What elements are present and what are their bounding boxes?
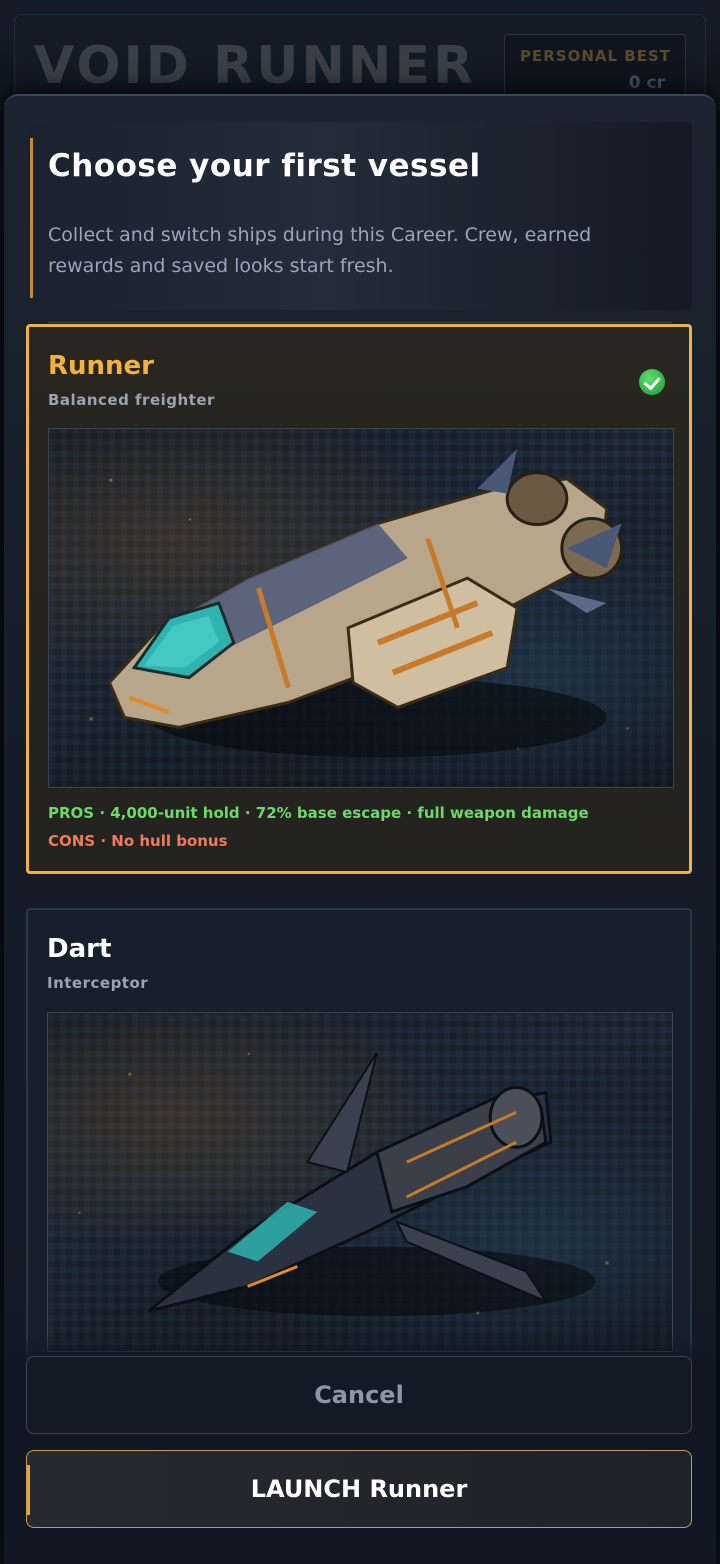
personal-best-panel: PERSONAL BEST 0 cr bbox=[504, 34, 686, 98]
launch-button[interactable]: LAUNCH Runner bbox=[26, 1450, 692, 1528]
dart-ship-illustration bbox=[78, 1052, 609, 1317]
personal-best-value: 0 cr bbox=[628, 73, 665, 93]
vessel-select-modal: Choose your first vessel Collect and swi… bbox=[4, 94, 716, 1564]
modal-title: Choose your first vessel bbox=[48, 148, 481, 184]
ship-cons: CONS · No hull bonus bbox=[48, 832, 228, 850]
ship-pros: PROS · 4,000-unit hold · 72% base escape… bbox=[48, 804, 589, 822]
personal-best-label: PERSONAL BEST bbox=[519, 47, 671, 65]
header-divider bbox=[48, 322, 672, 323]
modal-footer: Cancel LAUNCH Runner bbox=[4, 1336, 716, 1564]
modal-description: Collect and switch ships during this Car… bbox=[48, 224, 592, 277]
ship-image-dart bbox=[47, 1012, 673, 1352]
game-title: VOID RUNNER bbox=[34, 36, 477, 96]
ship-name: Runner bbox=[48, 351, 155, 381]
ship-card-dart[interactable]: Dart Interceptor bbox=[26, 908, 692, 1368]
ship-name: Dart bbox=[47, 934, 112, 964]
ship-image-runner bbox=[48, 428, 674, 788]
launch-button-label: LAUNCH Runner bbox=[250, 1475, 468, 1503]
modal-header: Choose your first vessel Collect and swi… bbox=[26, 122, 692, 323]
ship-card-runner[interactable]: Runner Balanced freighter PROS · 4,000-u… bbox=[26, 324, 692, 874]
runner-ship-illustration bbox=[89, 448, 629, 758]
ship-role: Interceptor bbox=[47, 974, 149, 992]
launch-accent-bar bbox=[27, 1465, 30, 1515]
header-accent-bar bbox=[30, 138, 33, 298]
cancel-button[interactable]: Cancel bbox=[26, 1356, 692, 1434]
cancel-button-label: Cancel bbox=[314, 1381, 404, 1409]
selected-check-icon bbox=[639, 369, 665, 395]
ship-role: Balanced freighter bbox=[48, 391, 215, 409]
